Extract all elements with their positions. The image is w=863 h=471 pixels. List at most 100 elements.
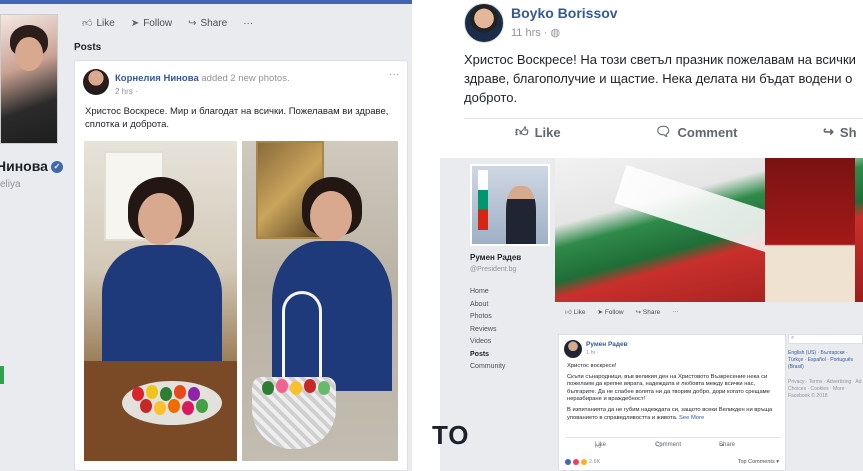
egg: [168, 399, 180, 413]
page-name[interactable]: Румен Радев: [470, 253, 521, 262]
page-username[interactable]: @President.bg: [470, 266, 516, 273]
see-more-link[interactable]: See More: [679, 415, 704, 421]
borissov-screenshot: Boyko Borissov 11 hrs · ◍ Христос Воскре…: [455, 0, 863, 150]
share-button[interactable]: ↪ Sh: [823, 124, 857, 140]
profile-name[interactable]: Нинова ✓: [0, 158, 63, 174]
activity-text: added 2 new photos.: [201, 73, 290, 84]
footer-links[interactable]: Privacy · Terms · Advertising · Ad Choic…: [788, 379, 863, 400]
follow-button[interactable]: ➤ Follow: [131, 18, 172, 29]
guard-figure: [765, 158, 855, 302]
thumbs-up-icon: 👍︎: [82, 18, 93, 29]
language-links[interactable]: English (US) · Български · Türkçe · Espa…: [788, 350, 863, 371]
wow-reaction-icon: [581, 459, 587, 465]
right-sidebar: ⌕ English (US) · Български · Türkçe · Es…: [788, 334, 863, 400]
post-text: Христос Воскресе. Мир и благодат на всич…: [85, 106, 389, 130]
nav-reviews[interactable]: Reviews: [470, 324, 505, 337]
text-line: Христос Воскресе! На този светъл празник…: [464, 52, 856, 67]
share-button[interactable]: ↪ Share: [188, 18, 227, 29]
share-icon: ↪: [188, 17, 197, 29]
nav-photos[interactable]: Photos: [470, 311, 505, 324]
page-actions-bar: 👍︎ Like ➤ Follow ↪ Share ···: [74, 10, 408, 36]
top-comments-dropdown[interactable]: Top Comments ▾: [738, 459, 779, 465]
search-icon: ⌕: [791, 335, 795, 341]
page-actions-bar: 👍︎ Like ➤ Follow ↪ Share ···: [565, 308, 679, 316]
egg: [290, 381, 302, 395]
like-button[interactable]: 👍︎ Like: [515, 124, 561, 140]
collage: Нинова ✓ eliya 👍︎ Like ➤ Follow ↪ Share ··· …: [0, 0, 863, 471]
rss-icon: ➤: [597, 309, 603, 316]
follow-button[interactable]: ➤ Follow: [598, 308, 624, 316]
page-nav: Home About Photos Reviews Videos Posts C…: [470, 286, 505, 374]
photo-eggs-table[interactable]: [84, 141, 237, 461]
reactions-count: 2.6K: [589, 459, 601, 465]
post-author[interactable]: Румен Радев: [586, 341, 628, 348]
cover-photo[interactable]: [555, 158, 863, 302]
nav-videos[interactable]: Videos: [470, 336, 505, 349]
post-options-icon[interactable]: ···: [389, 69, 399, 80]
bulgarian-flag: [478, 170, 488, 230]
search-input[interactable]: ⌕: [788, 334, 863, 344]
post-timestamp[interactable]: 2 hrs ·: [115, 87, 138, 96]
egg: [140, 399, 152, 413]
posts-heading: Posts: [74, 42, 102, 53]
egg: [182, 401, 194, 415]
like-page-button[interactable]: 👍︎ Like: [565, 308, 586, 316]
like-reaction-icon: [565, 459, 571, 465]
egg: [146, 385, 158, 399]
label: Comment: [655, 442, 682, 448]
divider: [464, 118, 863, 119]
nav-community[interactable]: Community: [470, 361, 505, 374]
comment-button[interactable]: 🗨︎ Comment: [655, 124, 737, 140]
more-button[interactable]: ···: [243, 18, 253, 29]
post-avatar[interactable]: [464, 3, 504, 43]
post-avatar[interactable]: [83, 69, 109, 95]
label: Like: [96, 17, 115, 29]
text-line: здраве, благополучие и щастие. Нека дела…: [464, 71, 853, 86]
post-text: Христос Воскресе! На този светъл празник…: [464, 50, 863, 107]
president-figure: [506, 186, 536, 244]
profile-photo[interactable]: [0, 14, 58, 144]
online-indicator: [0, 366, 4, 384]
label: Like: [595, 442, 607, 448]
label: Follow: [143, 17, 173, 29]
label: Follow: [604, 309, 624, 316]
thumbs-up-icon: 👍︎: [515, 124, 529, 139]
nav-posts[interactable]: Posts: [470, 349, 505, 362]
text-line: доброто.: [464, 90, 518, 105]
post-author[interactable]: Корнелия Нинова added 2 new photos.: [115, 73, 290, 84]
post-timestamp[interactable]: 11 hrs · ◍: [511, 26, 560, 39]
egg: [174, 385, 186, 399]
face: [138, 193, 182, 245]
egg: [154, 401, 166, 415]
egg: [318, 381, 330, 395]
ninova-post: Корнелия Нинова added 2 new photos. 2 hr…: [74, 60, 408, 471]
share-button[interactable]: ↪ Share: [636, 308, 661, 316]
love-reaction-icon: [573, 459, 579, 465]
label: ···: [243, 17, 254, 29]
post-author[interactable]: Boyko Borissov: [511, 5, 618, 21]
overlay-caption: ТО: [432, 420, 470, 450]
post-timestamp[interactable]: 1 hr ·: [586, 350, 599, 356]
page-profile-photo[interactable]: [470, 164, 550, 246]
rss-icon: ➤: [130, 17, 140, 29]
nav-about[interactable]: About: [470, 299, 505, 312]
egg: [196, 399, 208, 413]
post-avatar[interactable]: [564, 340, 582, 358]
radev-post: Румен Радев 1 hr · Христос воскресе! Скъ…: [558, 334, 786, 471]
author-name[interactable]: Корнелия Нинова: [115, 73, 199, 84]
paragraph-text: В изпитанията да не губим надеждата си, …: [567, 406, 773, 421]
profile-column: Нинова ✓ eliya: [0, 4, 63, 471]
label: Share: [642, 309, 661, 316]
share-icon: ↪: [823, 124, 834, 139]
radev-screenshot: Румен Радев @President.bg Home About Pho…: [440, 158, 863, 471]
paragraph: Скъпи сънародници, във великия ден на Хр…: [567, 373, 770, 403]
globe-icon: ◍: [550, 27, 561, 39]
like-page-button[interactable]: 👍︎ Like: [82, 17, 115, 30]
thumbs-up-icon: 👍︎: [565, 309, 572, 316]
photo-basket[interactable]: [242, 141, 398, 461]
reactions-summary[interactable]: 2.6K: [565, 459, 600, 465]
label: Like: [573, 309, 586, 316]
more-button[interactable]: ···: [672, 308, 679, 316]
nav-home[interactable]: Home: [470, 286, 505, 299]
label: Share: [719, 442, 736, 448]
